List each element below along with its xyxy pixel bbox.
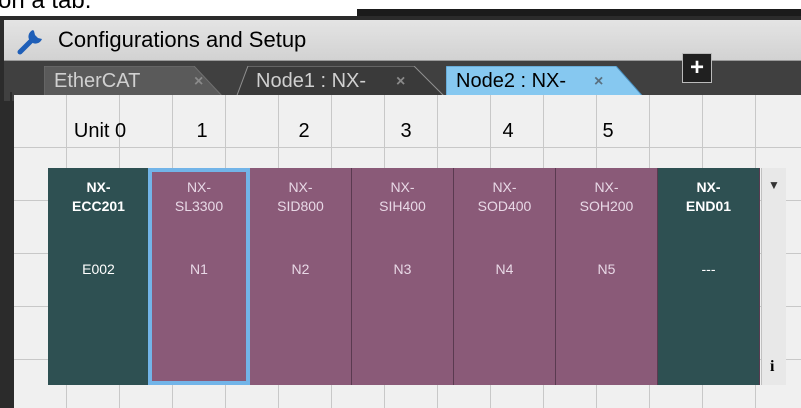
unit-node-address: N5 bbox=[597, 261, 616, 277]
window-title: Configurations and Setup bbox=[58, 27, 307, 52]
unit-card-coupler[interactable]: NX- ECC201 E002 bbox=[48, 168, 150, 385]
unit-number-1: 1 bbox=[196, 120, 208, 142]
unit-number-0: Unit 0 bbox=[73, 120, 127, 142]
tab-label: EtherCAT bbox=[54, 70, 141, 92]
unit-number-3: 3 bbox=[400, 120, 412, 142]
close-icon[interactable]: × bbox=[396, 73, 405, 91]
unit-number-5: 5 bbox=[602, 120, 614, 142]
tab-label: Node2 : NX- bbox=[456, 70, 567, 92]
unit-node-address: N4 bbox=[495, 261, 514, 277]
plus-icon: + bbox=[689, 54, 704, 81]
unit-card-4[interactable]: NX- SOD400 N4 bbox=[454, 168, 556, 385]
info-icon[interactable]: i bbox=[770, 358, 774, 376]
unit-number-4: 4 bbox=[502, 120, 514, 142]
unit-node-address: E002 bbox=[82, 261, 115, 277]
unit-node-address: N1 bbox=[190, 261, 208, 277]
unit-card-end-cover[interactable]: NX- END01 --- bbox=[658, 168, 760, 385]
unit-model: NX- SL3300 bbox=[174, 179, 224, 214]
wrench-icon bbox=[17, 30, 42, 55]
close-icon[interactable]: × bbox=[594, 73, 603, 91]
unit-model: NX- SOD400 bbox=[477, 179, 532, 214]
unit-card-1[interactable]: NX- SL3300 N1 bbox=[148, 168, 250, 385]
cropped-caption-text: on a tab. bbox=[0, 0, 92, 14]
unit-card-3[interactable]: NX- SIH400 N3 bbox=[352, 168, 454, 385]
window-top-edge bbox=[357, 9, 801, 16]
unit-model: NX- SOH200 bbox=[579, 179, 634, 214]
unit-model: NX- SIH400 bbox=[379, 179, 426, 214]
add-tab-button[interactable]: + bbox=[682, 53, 712, 83]
unit-card-2[interactable]: NX- SID800 N2 bbox=[250, 168, 352, 385]
unit-node-address: N3 bbox=[393, 261, 412, 277]
tab-label: Node1 : NX- bbox=[256, 70, 367, 92]
unit-node-address: N2 bbox=[291, 261, 310, 277]
unit-model: NX- ECC201 bbox=[72, 179, 125, 214]
unit-model: NX- SID800 bbox=[277, 179, 324, 214]
unit-model: NX- END01 bbox=[685, 179, 732, 214]
close-icon[interactable]: × bbox=[194, 73, 203, 91]
unit-node-address: --- bbox=[701, 261, 716, 277]
chevron-down-icon[interactable]: ▼ bbox=[768, 178, 780, 192]
unit-card-5[interactable]: NX- SOH200 N5 bbox=[556, 168, 658, 385]
vertical-scrollbar[interactable]: ▼ i bbox=[761, 168, 786, 385]
cropped-caption-fragment: on a tab. bbox=[0, 0, 801, 16]
unit-number-2: 2 bbox=[298, 120, 310, 142]
